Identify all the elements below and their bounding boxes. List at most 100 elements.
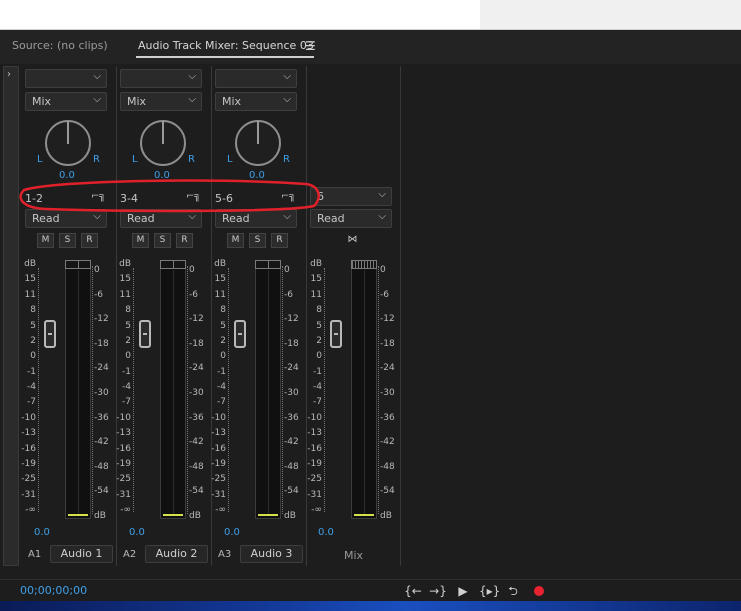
mix-dropdown[interactable]: Mix ⌵	[215, 92, 297, 111]
meter-scale-label: -18	[380, 338, 395, 349]
level-meter	[160, 260, 186, 519]
tab-audio-track-mixer[interactable]: Audio Track Mixer: Sequence 03	[138, 39, 314, 52]
mix-dropdown[interactable]: Mix ⌵	[25, 92, 107, 111]
tab-source[interactable]: Source: (no clips)	[12, 39, 108, 52]
play-icon[interactable]: ▶	[454, 583, 472, 599]
chevron-down-icon: ⌵	[93, 94, 101, 105]
audio-track-mixer-window: { "tabs": [ {"label": "Source: (no clips…	[0, 0, 741, 611]
chevron-down-icon: ⌵	[188, 94, 196, 105]
chevron-down-icon: ⌵	[378, 211, 386, 222]
fader-scale-label: -25	[116, 474, 131, 485]
mix-dropdown[interactable]: Mix ⌵	[120, 92, 202, 111]
meter-tick-marks	[282, 266, 285, 514]
fader-scale-label: -7	[122, 397, 131, 408]
record-enable-button[interactable]: R	[81, 233, 98, 248]
master-volume-value[interactable]: 0.0	[318, 527, 334, 538]
chevron-down-icon: ⌵	[93, 71, 101, 82]
fader-scale-label: -16	[307, 443, 322, 454]
effect-dropdown[interactable]: ⌵	[215, 69, 297, 88]
fader-scale-label: 2	[220, 335, 226, 346]
volume-fader[interactable]	[139, 320, 151, 348]
fader-scale-label: -1	[313, 366, 322, 377]
playhead-timecode[interactable]: 00;00;00;00	[20, 584, 87, 597]
volume-fader[interactable]	[44, 320, 56, 348]
bowtie-icon[interactable]: ⋈	[344, 233, 361, 248]
fader-tick-marks	[324, 268, 327, 512]
volume-value[interactable]: 0.0	[129, 527, 145, 538]
volume-value[interactable]: 0.0	[34, 527, 50, 538]
fader-scale-label: 15	[119, 274, 131, 285]
meter-scale-label: -42	[380, 437, 395, 448]
pan-knob[interactable]	[235, 120, 281, 166]
volume-value[interactable]: 0.0	[224, 527, 240, 538]
fader-scale-label: -31	[21, 489, 36, 500]
effect-dropdown[interactable]: ⌵	[120, 69, 202, 88]
effect-dropdown[interactable]: ⌵	[25, 69, 107, 88]
fader-scale-label: dB	[24, 259, 36, 269]
effects-expander[interactable]: ›	[3, 66, 19, 566]
active-tab-underline	[136, 56, 314, 58]
pan-knob[interactable]	[140, 120, 186, 166]
fader-scale-label: -4	[122, 382, 131, 392]
hamburger-menu-icon[interactable]: ☰	[305, 39, 316, 53]
loop-icon[interactable]: ⮌	[504, 583, 522, 599]
track-id: A3	[218, 549, 232, 560]
chevron-down-icon: ⌵	[188, 71, 196, 82]
fader-scale-label: 15	[310, 274, 322, 285]
play-in-to-out-icon[interactable]: {▸}	[479, 583, 500, 599]
fader-scale-label: -1	[217, 366, 226, 377]
fader-scale-label: -16	[211, 443, 226, 454]
fader-scale-label: -∞	[215, 505, 226, 515]
fader-scale-label: 5	[125, 320, 131, 331]
solo-button[interactable]: S	[249, 233, 266, 248]
master-track-name: Mix	[344, 549, 364, 562]
channel-strip-audio-2: ⌵ Mix ⌵ L R 0.0 3-4 ⌐╗ Read ⌵ M S R 0.0 A2…	[115, 66, 209, 566]
channel-strip-audio-3: ⌵ Mix ⌵ L R 0.0 5-6 ⌐╗ Read ⌵ M S R 0.0 A3…	[210, 66, 304, 566]
record-enable-button[interactable]: R	[271, 233, 288, 248]
master-volume-fader[interactable]	[330, 320, 342, 348]
go-to-out-icon[interactable]: →}	[429, 583, 447, 599]
fader-scale-label: -31	[116, 489, 131, 500]
fader-scale-label: -∞	[120, 505, 131, 515]
record-enable-button[interactable]: R	[176, 233, 193, 248]
track-name-field[interactable]: Audio 1	[50, 545, 113, 563]
mute-button[interactable]: M	[132, 233, 149, 248]
meter-scale-label: -12	[380, 314, 395, 325]
fader-scale-label: 5	[220, 320, 226, 331]
fader-scale-label: -7	[217, 397, 226, 408]
meter-tick-marks	[92, 266, 95, 514]
pan-knob[interactable]	[45, 120, 91, 166]
volume-fader[interactable]	[234, 320, 246, 348]
fader-scale-label: 8	[125, 305, 131, 316]
fader-scale-label: -25	[21, 474, 36, 485]
transport-bar: 00;00;00;00 {← →} ▶ {▸} ⮌	[0, 579, 741, 601]
mute-button[interactable]: M	[227, 233, 244, 248]
fader-scale-label: 5	[316, 320, 322, 331]
record-icon[interactable]	[534, 586, 544, 596]
master-output-dropdown[interactable]: 6 ⌵	[310, 187, 392, 206]
fader-scale-label: -31	[211, 489, 226, 500]
fader-tick-marks	[38, 268, 41, 512]
mute-button[interactable]: M	[37, 233, 54, 248]
go-to-in-icon[interactable]: {←	[404, 583, 422, 599]
fader-scale-label: -∞	[311, 505, 322, 515]
fader-scale-label: 15	[214, 274, 226, 285]
fader-scale-label: -25	[211, 474, 226, 485]
track-name-field[interactable]: Audio 2	[145, 545, 208, 563]
fader-scale-label: -4	[217, 382, 226, 392]
solo-button[interactable]: S	[154, 233, 171, 248]
fader-scale-label: -16	[116, 443, 131, 454]
meter-scale-label: -6	[380, 289, 389, 300]
fader-scale-label: 2	[30, 335, 36, 346]
fader-scale-label: -25	[307, 474, 322, 485]
panel-tab-bar: Source: (no clips) Audio Track Mixer: Se…	[0, 30, 741, 64]
track-name-field[interactable]: Audio 3	[240, 545, 303, 563]
fader-scale-label: dB	[310, 259, 322, 269]
pan-left-label: L	[37, 154, 43, 165]
automation-mode-dropdown[interactable]: Read ⌵	[310, 209, 392, 228]
fader-scale-label: 0	[125, 351, 131, 362]
solo-button[interactable]: S	[59, 233, 76, 248]
fader-scale-label: -13	[21, 428, 36, 439]
meter-scale-label: -30	[380, 388, 395, 398]
fader-scale-label: 0	[30, 351, 36, 362]
